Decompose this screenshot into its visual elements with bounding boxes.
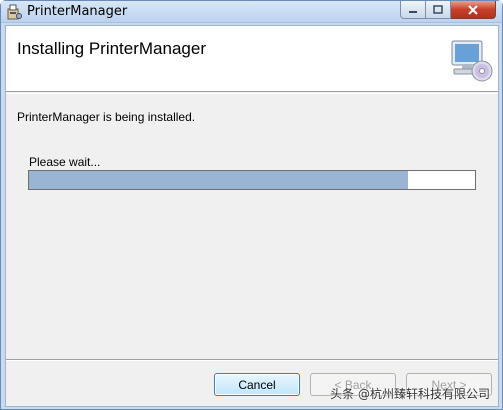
- close-button[interactable]: [451, 1, 496, 19]
- page-title: Installing PrinterManager: [17, 39, 206, 58]
- header-banner: Installing PrinterManager: [6, 26, 498, 92]
- installer-window: PrinterManager Installing PrinterManager: [0, 0, 503, 410]
- caption-buttons: [400, 1, 496, 19]
- title-bar[interactable]: PrinterManager: [1, 1, 502, 23]
- cancel-button[interactable]: Cancel: [214, 373, 300, 396]
- computer-cd-icon: [451, 40, 493, 82]
- minimize-button[interactable]: [400, 1, 426, 19]
- window-title: PrinterManager: [27, 4, 128, 19]
- minimize-icon: [409, 10, 417, 13]
- please-wait-label: Please wait...: [29, 155, 101, 169]
- install-status-text: PrinterManager is being installed.: [17, 110, 196, 124]
- footer-divider-highlight: [6, 360, 498, 361]
- dialog-client-area: Installing PrinterManager PrinterManager…: [5, 25, 499, 407]
- watermark-text: 头条 @杭州臻轩科技有限公司: [330, 387, 490, 401]
- installer-app-icon: [7, 4, 22, 20]
- maximize-icon: [433, 5, 443, 14]
- banner-divider: [6, 93, 498, 94]
- install-progress-bar: [28, 170, 476, 190]
- progress-fill: [29, 171, 409, 189]
- maximize-button[interactable]: [426, 1, 451, 19]
- close-icon: [468, 4, 478, 15]
